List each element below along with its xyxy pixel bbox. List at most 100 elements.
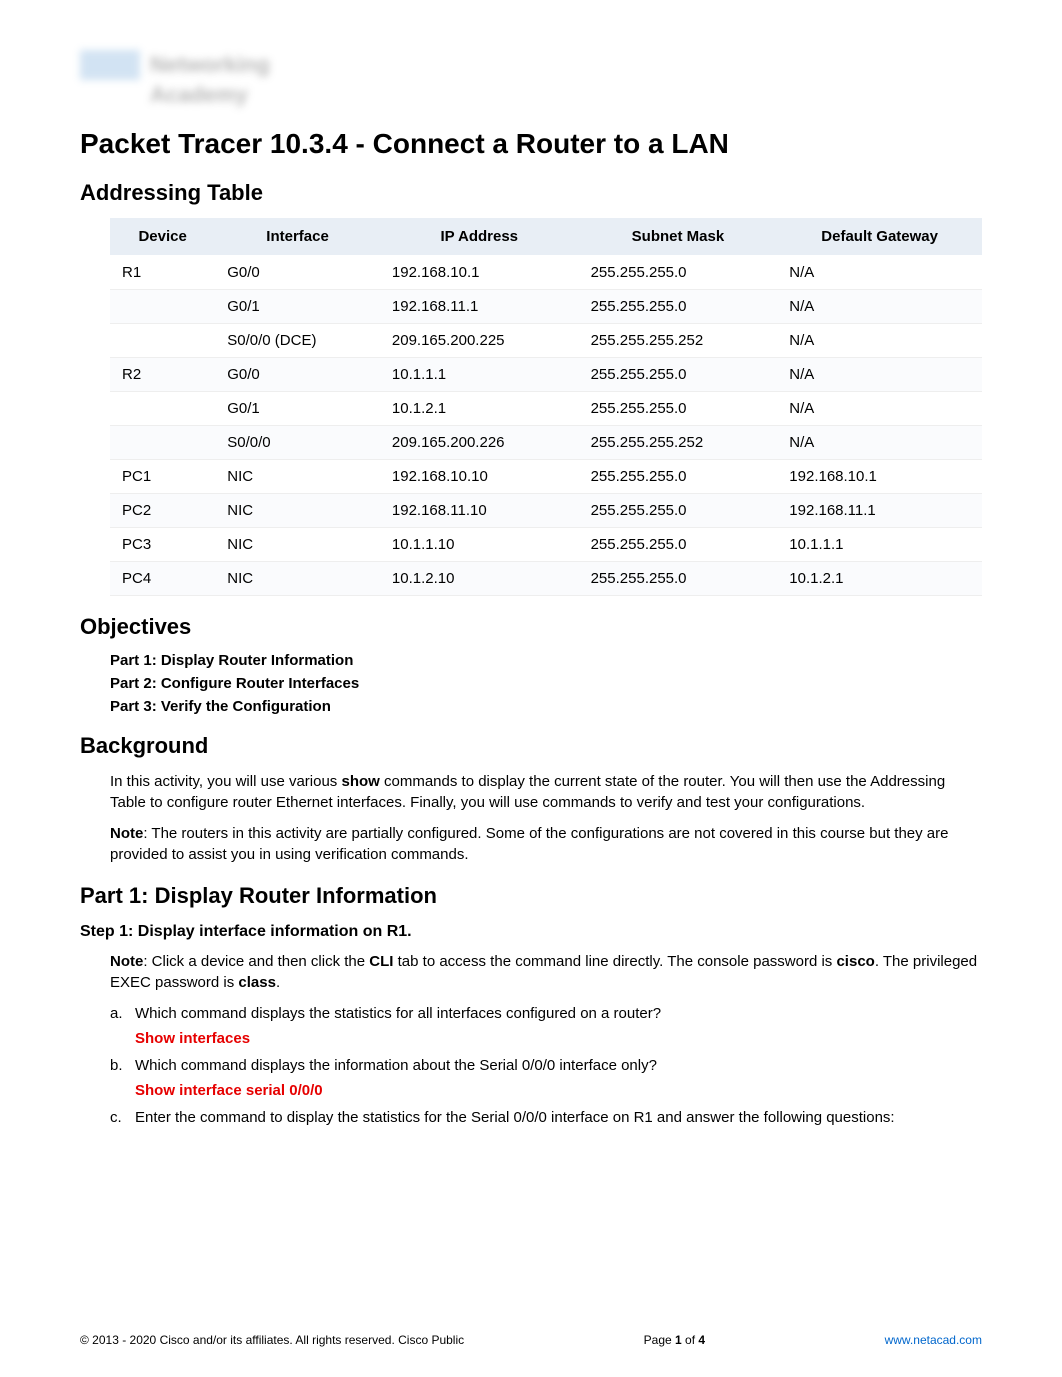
addressing-table-heading: Addressing Table bbox=[80, 180, 982, 206]
cell-device bbox=[110, 324, 215, 358]
cell-mask: 255.255.255.252 bbox=[579, 426, 778, 460]
step-letter: a. bbox=[110, 1003, 135, 1024]
th-mask: Subnet Mask bbox=[579, 218, 778, 256]
addressing-table: Device Interface IP Address Subnet Mask … bbox=[110, 218, 982, 596]
addressing-table-wrapper: Device Interface IP Address Subnet Mask … bbox=[110, 218, 982, 596]
objective-item: Part 1: Display Router Information bbox=[110, 652, 982, 669]
note-bold: CLI bbox=[369, 953, 393, 970]
cell-interface: NIC bbox=[215, 562, 380, 596]
bg-text: In this activity, you will use various bbox=[110, 773, 341, 790]
cell-device: PC1 bbox=[110, 460, 215, 494]
cell-ip: 209.165.200.226 bbox=[380, 426, 579, 460]
th-interface: Interface bbox=[215, 218, 380, 256]
cell-interface: NIC bbox=[215, 494, 380, 528]
note-text: tab to access the command line directly.… bbox=[393, 953, 836, 970]
logo-text-academy: Academy bbox=[150, 82, 982, 108]
cell-device: R2 bbox=[110, 358, 215, 392]
table-row: PC3 NIC 10.1.1.10 255.255.255.0 10.1.1.1 bbox=[110, 528, 982, 562]
page-mid: of bbox=[682, 1333, 699, 1347]
step1-heading: Step 1: Display interface information on… bbox=[80, 923, 982, 941]
cell-ip: 10.1.1.1 bbox=[380, 358, 579, 392]
cell-interface: G0/0 bbox=[215, 358, 380, 392]
note-bold: class bbox=[238, 974, 276, 991]
background-heading: Background bbox=[80, 733, 982, 759]
logo-area: Networking Academy bbox=[80, 50, 982, 108]
cell-gateway: 192.168.10.1 bbox=[777, 460, 982, 494]
step-content: Which command displays the statistics fo… bbox=[135, 1003, 982, 1024]
cell-ip: 10.1.2.1 bbox=[380, 392, 579, 426]
step-items: c. Enter the command to display the stat… bbox=[110, 1107, 982, 1128]
cell-mask: 255.255.255.0 bbox=[579, 494, 778, 528]
page-pre: Page bbox=[644, 1333, 675, 1347]
cell-gateway: N/A bbox=[777, 426, 982, 460]
cell-mask: 255.255.255.0 bbox=[579, 290, 778, 324]
step-content: Which command displays the information a… bbox=[135, 1055, 982, 1076]
step-item-b: b. Which command displays the informatio… bbox=[110, 1055, 982, 1076]
footer-copyright: © 2013 - 2020 Cisco and/or its affiliate… bbox=[80, 1333, 464, 1347]
th-gateway: Default Gateway bbox=[777, 218, 982, 256]
table-row: R2 G0/0 10.1.1.1 255.255.255.0 N/A bbox=[110, 358, 982, 392]
page-title: Packet Tracer 10.3.4 - Connect a Router … bbox=[80, 128, 982, 160]
cell-device bbox=[110, 392, 215, 426]
cell-interface: NIC bbox=[215, 528, 380, 562]
copyright-symbol: © bbox=[80, 1333, 89, 1347]
cell-ip: 10.1.2.10 bbox=[380, 562, 579, 596]
page-num: 1 bbox=[675, 1333, 682, 1347]
step1-note: Note: Click a device and then click the … bbox=[110, 951, 982, 993]
cell-gateway: N/A bbox=[777, 290, 982, 324]
table-row: PC4 NIC 10.1.2.10 255.255.255.0 10.1.2.1 bbox=[110, 562, 982, 596]
table-header-row: Device Interface IP Address Subnet Mask … bbox=[110, 218, 982, 256]
logo-row1: Networking bbox=[80, 50, 982, 80]
step-letter: c. bbox=[110, 1107, 135, 1128]
cell-device: PC2 bbox=[110, 494, 215, 528]
cell-device bbox=[110, 426, 215, 460]
cell-device: PC3 bbox=[110, 528, 215, 562]
note-text: : Click a device and then click the bbox=[143, 953, 369, 970]
cell-interface: S0/0/0 (DCE) bbox=[215, 324, 380, 358]
cell-mask: 255.255.255.0 bbox=[579, 256, 778, 290]
note-bold: cisco bbox=[836, 953, 874, 970]
note-text: . bbox=[276, 974, 280, 991]
cell-device: R1 bbox=[110, 256, 215, 290]
cell-ip: 192.168.11.10 bbox=[380, 494, 579, 528]
cell-gateway: N/A bbox=[777, 392, 982, 426]
cell-ip: 192.168.10.10 bbox=[380, 460, 579, 494]
cell-gateway: N/A bbox=[777, 256, 982, 290]
cell-interface: G0/1 bbox=[215, 290, 380, 324]
background-para1: In this activity, you will use various s… bbox=[110, 771, 982, 813]
cell-ip: 192.168.11.1 bbox=[380, 290, 579, 324]
cell-mask: 255.255.255.0 bbox=[579, 358, 778, 392]
step-letter: b. bbox=[110, 1055, 135, 1076]
cell-mask: 255.255.255.0 bbox=[579, 562, 778, 596]
cell-interface: S0/0/0 bbox=[215, 426, 380, 460]
table-row: PC1 NIC 192.168.10.10 255.255.255.0 192.… bbox=[110, 460, 982, 494]
cell-mask: 255.255.255.0 bbox=[579, 460, 778, 494]
objective-item: Part 3: Verify the Configuration bbox=[110, 698, 982, 715]
copyright-text: 2013 - 2020 Cisco and/or its affiliates.… bbox=[89, 1333, 464, 1347]
footer-link[interactable]: www.netacad.com bbox=[885, 1333, 982, 1347]
page-footer: © 2013 - 2020 Cisco and/or its affiliate… bbox=[80, 1333, 982, 1347]
bg-text: : The routers in this activity are parti… bbox=[110, 825, 949, 863]
cell-device: PC4 bbox=[110, 562, 215, 596]
cell-mask: 255.255.255.0 bbox=[579, 528, 778, 562]
cell-ip: 10.1.1.10 bbox=[380, 528, 579, 562]
cell-gateway: 192.168.11.1 bbox=[777, 494, 982, 528]
objectives-list: Part 1: Display Router Information Part … bbox=[110, 652, 982, 715]
table-row: PC2 NIC 192.168.11.10 255.255.255.0 192.… bbox=[110, 494, 982, 528]
cell-mask: 255.255.255.0 bbox=[579, 392, 778, 426]
objective-item: Part 2: Configure Router Interfaces bbox=[110, 675, 982, 692]
cell-interface: G0/0 bbox=[215, 256, 380, 290]
note-bold: Note bbox=[110, 953, 143, 970]
step-items: a. Which command displays the statistics… bbox=[110, 1003, 982, 1024]
cell-mask: 255.255.255.252 bbox=[579, 324, 778, 358]
th-device: Device bbox=[110, 218, 215, 256]
cell-ip: 192.168.10.1 bbox=[380, 256, 579, 290]
th-ip: IP Address bbox=[380, 218, 579, 256]
page-total: 4 bbox=[698, 1333, 705, 1347]
cell-device bbox=[110, 290, 215, 324]
table-row: S0/0/0 209.165.200.226 255.255.255.252 N… bbox=[110, 426, 982, 460]
step-item-c: c. Enter the command to display the stat… bbox=[110, 1107, 982, 1128]
step-content: Enter the command to display the statist… bbox=[135, 1107, 982, 1128]
table-row: S0/0/0 (DCE) 209.165.200.225 255.255.255… bbox=[110, 324, 982, 358]
table-row: G0/1 10.1.2.1 255.255.255.0 N/A bbox=[110, 392, 982, 426]
